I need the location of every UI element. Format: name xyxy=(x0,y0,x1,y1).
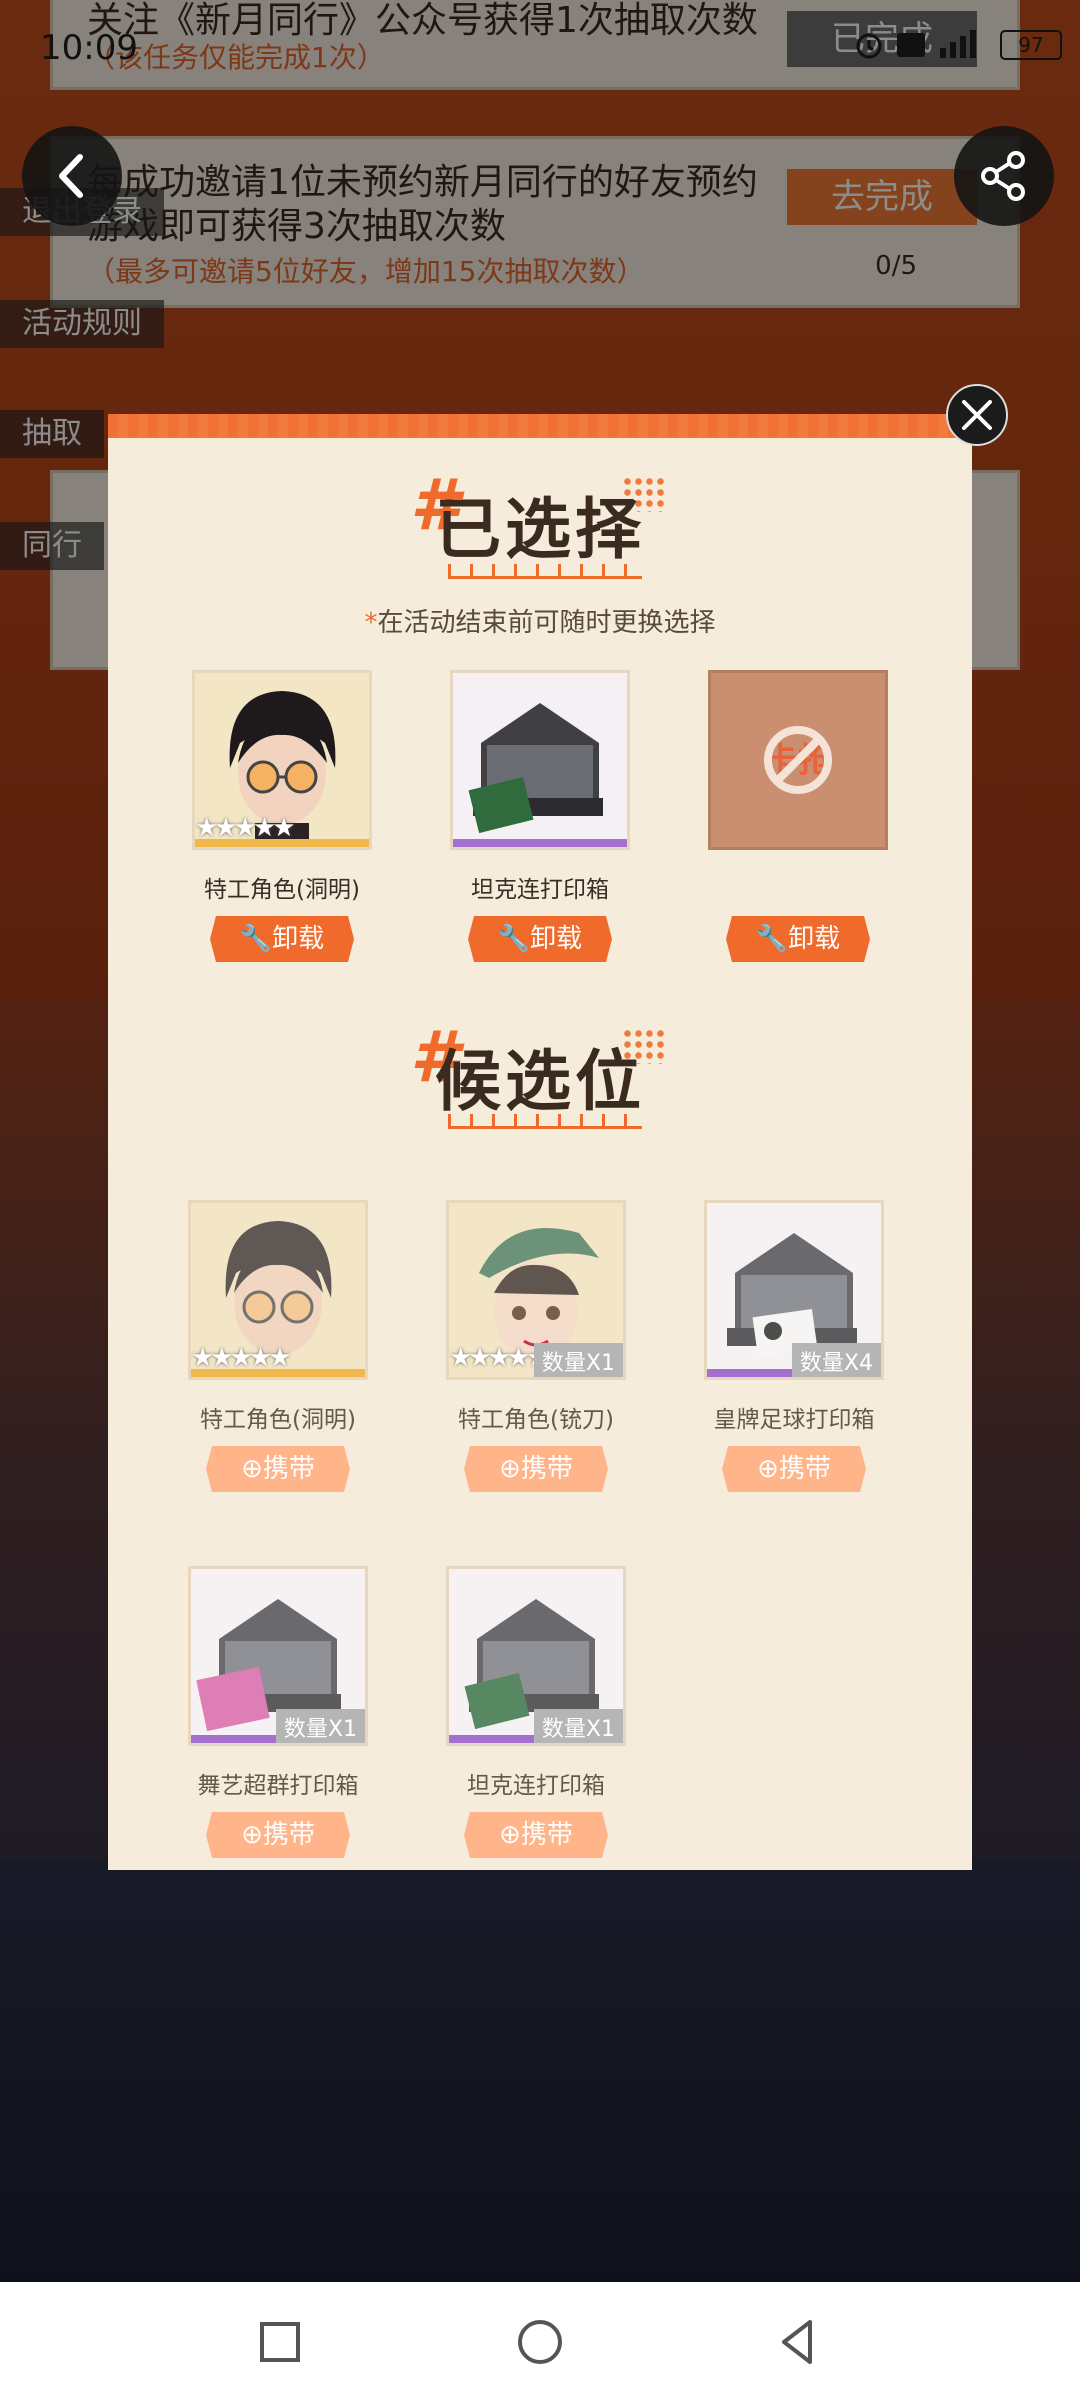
share-icon xyxy=(981,151,1025,201)
status-bar: 10:09 97 xyxy=(0,0,1080,90)
tank-printer-image xyxy=(453,673,627,847)
share-button[interactable] xyxy=(954,126,1054,226)
quantity-badge: 数量X1 xyxy=(533,1343,623,1377)
selected-slot-2[interactable] xyxy=(450,670,630,850)
plus-circle-icon: ⊕ xyxy=(757,1454,779,1484)
battery-icon: 97 xyxy=(1000,30,1062,60)
subtitle-star: * xyxy=(364,608,378,638)
carry-button-1[interactable]: ⊕携带 xyxy=(206,1446,350,1492)
candidate-slot-4[interactable]: 数量X1 xyxy=(188,1566,368,1746)
back-nav-icon[interactable] xyxy=(768,2312,828,2372)
carry-label: 携带 xyxy=(262,1820,315,1850)
plus-circle-icon: ⊕ xyxy=(499,1820,521,1850)
plus-circle-icon: ⊕ xyxy=(241,1454,263,1484)
candidate-slot-5[interactable]: 数量X1 xyxy=(446,1566,626,1746)
candidate-slot-2[interactable]: ★★★★★ 数量X1 xyxy=(446,1200,626,1380)
selected-item-label-1: 特工角色(洞明) xyxy=(204,877,360,903)
section-title-candidates: 候选位 xyxy=(435,1043,645,1120)
selection-modal: # 已选择 *在活动结束前可随时更换选择 ★★★★★ 特工角色(洞明) 🔧卸载 xyxy=(108,414,972,1870)
carry-button-2[interactable]: ⊕携带 xyxy=(464,1446,608,1492)
unload-button-2[interactable]: 🔧卸载 xyxy=(468,916,612,962)
selected-slot-empty[interactable]: 卡抢 xyxy=(708,670,888,850)
selected-item-label-2: 坦克连打印箱 xyxy=(471,877,609,903)
carry-button-5[interactable]: ⊕携带 xyxy=(464,1812,608,1858)
quantity-badge: 数量X1 xyxy=(533,1709,623,1743)
carry-button-4[interactable]: ⊕携带 xyxy=(206,1812,350,1858)
carry-button-3[interactable]: ⊕携带 xyxy=(722,1446,866,1492)
back-button[interactable] xyxy=(22,126,122,226)
candidate-item-label-4: 舞艺超群打印箱 xyxy=(197,1773,359,1799)
candidate-slot-1[interactable]: ★★★★★ xyxy=(188,1200,368,1380)
alarm-icon xyxy=(856,33,882,59)
rarity-stars: ★★★★★ xyxy=(449,1343,550,1373)
title-ruler xyxy=(448,1114,642,1129)
subtitle-text: 在活动结束前可随时更换选择 xyxy=(377,608,716,638)
wrench-icon: 🔧 xyxy=(497,924,531,954)
hd-icon xyxy=(897,33,925,57)
carry-label: 携带 xyxy=(262,1454,315,1484)
candidate-item-label-5: 坦克连打印箱 xyxy=(467,1773,605,1799)
rarity-stars: ★★★★★ xyxy=(195,813,296,843)
selected-subtitle: *在活动结束前可随时更换选择 xyxy=(108,602,972,639)
recent-apps-icon[interactable] xyxy=(250,2312,310,2372)
title-ruler xyxy=(448,564,642,579)
unload-label: 卸载 xyxy=(530,924,583,954)
home-icon[interactable] xyxy=(510,2312,570,2372)
carry-label: 携带 xyxy=(520,1454,573,1484)
unload-button-1[interactable]: 🔧卸载 xyxy=(210,916,354,962)
status-time: 10:09 xyxy=(40,28,138,68)
unload-button-3[interactable]: 🔧卸载 xyxy=(726,916,870,962)
section-title-selected: 已选择 xyxy=(435,491,645,568)
selected-slot-1[interactable]: ★★★★★ xyxy=(192,670,372,850)
battery-level: 97 xyxy=(1018,33,1044,57)
quantity-badge: 数量X4 xyxy=(791,1343,881,1377)
close-icon xyxy=(962,400,992,430)
carry-label: 携带 xyxy=(520,1820,573,1850)
candidate-item-label-2: 特工角色(铳刀) xyxy=(458,1407,614,1433)
plus-circle-icon: ⊕ xyxy=(499,1454,521,1484)
wrench-icon: 🔧 xyxy=(755,924,789,954)
unload-label: 卸载 xyxy=(272,924,325,954)
system-nav-bar xyxy=(0,2282,1080,2400)
signal-icon xyxy=(940,30,976,58)
carry-label: 携带 xyxy=(778,1454,831,1484)
candidate-item-label-3: 皇牌足球打印箱 xyxy=(713,1407,875,1433)
close-button[interactable] xyxy=(946,384,1008,446)
modal-top-stripe xyxy=(108,414,972,438)
candidate-slot-3[interactable]: 数量X4 xyxy=(704,1200,884,1380)
wrench-icon: 🔧 xyxy=(239,924,273,954)
rarity-stars: ★★★★★ xyxy=(191,1343,292,1373)
prohibited-icon xyxy=(764,726,832,794)
back-arrow-icon xyxy=(59,154,83,198)
status-icons: 97 xyxy=(854,30,1062,60)
plus-circle-icon: ⊕ xyxy=(241,1820,263,1850)
rarity-bar xyxy=(453,839,627,847)
unload-label: 卸载 xyxy=(788,924,841,954)
quantity-badge: 数量X1 xyxy=(275,1709,365,1743)
candidate-item-label-1: 特工角色(洞明) xyxy=(200,1407,356,1433)
